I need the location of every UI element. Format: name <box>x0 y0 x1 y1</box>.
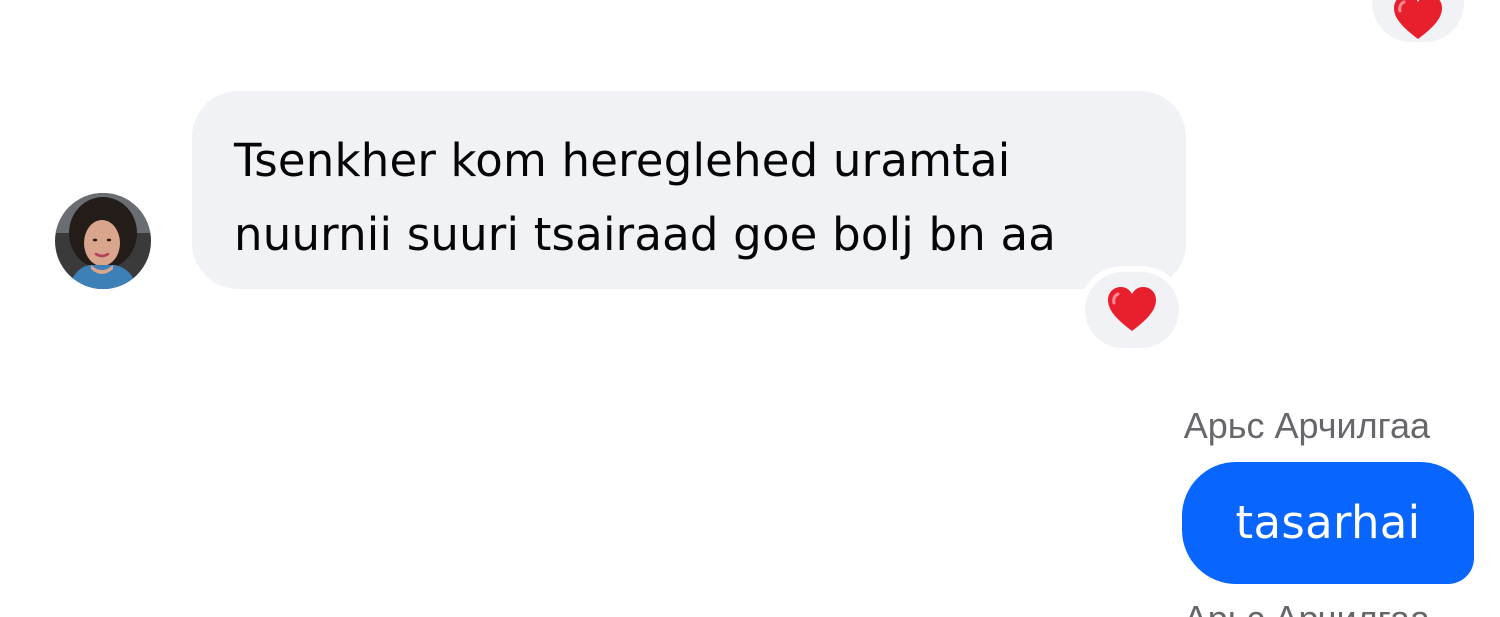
chat-thread: Tsenkher kom hereglehed uramtai nuurnii … <box>0 0 1500 617</box>
message-text-line: nuurnii suuri tsairaad goe bolj bn aa <box>234 208 1057 261</box>
outgoing-message-bubble[interactable]: tasarhai <box>1182 462 1474 584</box>
message-text: tasarhai <box>1235 496 1421 549</box>
red-heart-icon <box>1394 0 1442 39</box>
next-sender-name-label: Арьс Арчилгаа <box>1184 597 1430 617</box>
avatar-photo <box>55 193 151 289</box>
red-heart-icon <box>1108 287 1156 331</box>
previous-message-reaction[interactable] <box>1372 0 1464 42</box>
message-text-line: Tsenkher kom hereglehed uramtai <box>234 134 1011 187</box>
sender-name-label: Арьс Арчилгаа <box>1183 405 1430 446</box>
incoming-message-reaction[interactable] <box>1085 272 1179 348</box>
incoming-message-bubble[interactable]: Tsenkher kom hereglehed uramtai nuurnii … <box>192 91 1186 289</box>
contact-avatar[interactable] <box>55 193 151 289</box>
